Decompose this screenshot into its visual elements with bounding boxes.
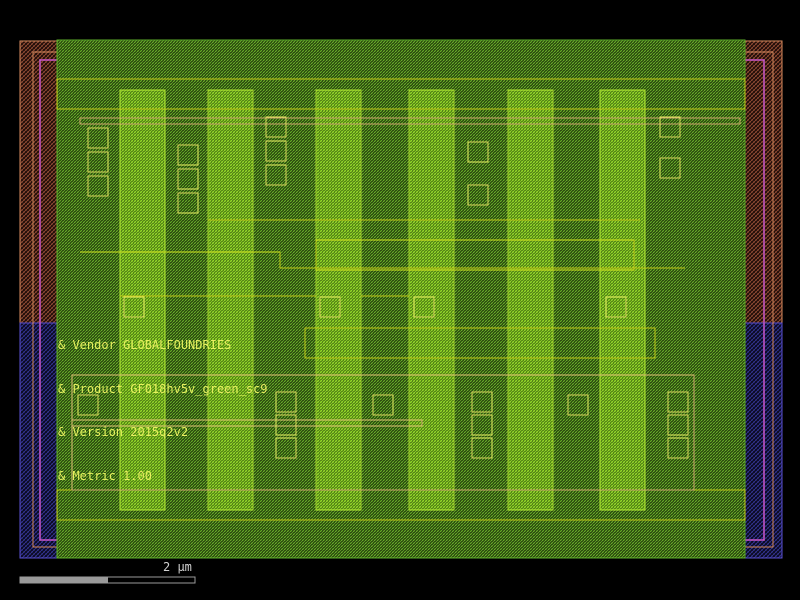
poly-gate-5 (507, 89, 554, 511)
poly-gate-4 (408, 89, 455, 511)
scale-bar-label: 2 µm (163, 560, 192, 574)
annotation-metric: & Metric 1.00 (58, 469, 152, 483)
poly-gate-2 (207, 89, 254, 511)
annotation-version: & Version 2015q2v2 (58, 425, 188, 439)
poly-gate-6 (599, 89, 646, 511)
scale-bar: 2 µm (19, 560, 196, 584)
annotation-vendor: & Vendor GLOBALFOUNDRIES (58, 338, 231, 352)
layout-view: & Vendor GLOBALFOUNDRIES & Product GF018… (19, 39, 783, 584)
poly-gate-3 (315, 89, 362, 511)
annotation-product: & Product GF018hv5v_green_sc9 (58, 382, 268, 396)
scale-bar-fill (20, 577, 108, 583)
poly-gate-1 (119, 89, 166, 511)
